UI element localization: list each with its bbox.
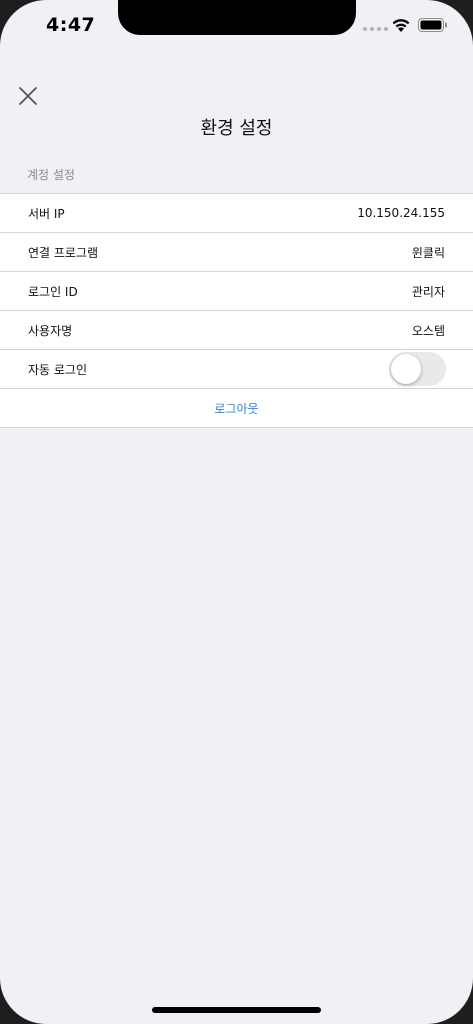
auto-login-toggle[interactable] [389,352,446,386]
row-label: 자동 로그인 [28,362,88,377]
row-value: 10.150.24.155 [357,206,445,220]
toggle-knob [391,354,421,384]
close-icon [19,87,37,105]
battery-icon [418,18,447,32]
cellular-signal-icon [363,27,388,31]
settings-list: 서버 IP 10.150.24.155 연결 프로그램 윈클릭 로그인 ID 관… [0,193,473,428]
row-label: 연결 프로그램 [28,245,99,260]
home-indicator[interactable] [152,1007,321,1013]
status-bar: 4:47 [0,0,473,52]
row-login-id[interactable]: 로그인 ID 관리자 [0,272,473,311]
close-button[interactable] [14,82,42,110]
screen: 4:47 환경 설정 계정 설정 서버 IP 10.150.24.155 연결 … [0,0,473,1024]
logout-label: 로그아웃 [214,401,259,416]
section-header: 계정 설정 [27,168,75,182]
device-frame: 4:47 환경 설정 계정 설정 서버 IP 10.150.24.155 연결 … [0,0,473,1024]
row-auto-login: 자동 로그인 [0,350,473,389]
row-label: 로그인 ID [28,284,78,299]
row-user-name[interactable]: 사용자명 오스템 [0,311,473,350]
row-server-ip[interactable]: 서버 IP 10.150.24.155 [0,194,473,233]
row-connection-program[interactable]: 연결 프로그램 윈클릭 [0,233,473,272]
page-title: 환경 설정 [200,118,273,139]
wifi-icon [392,19,410,32]
row-label: 사용자명 [28,323,73,338]
row-value: 오스템 [411,323,445,338]
row-value: 관리자 [411,284,445,299]
row-label: 서버 IP [28,206,65,221]
row-value: 윈클릭 [411,245,445,260]
notch [118,0,356,35]
status-time: 4:47 [46,14,96,36]
logout-button[interactable]: 로그아웃 [0,389,473,428]
